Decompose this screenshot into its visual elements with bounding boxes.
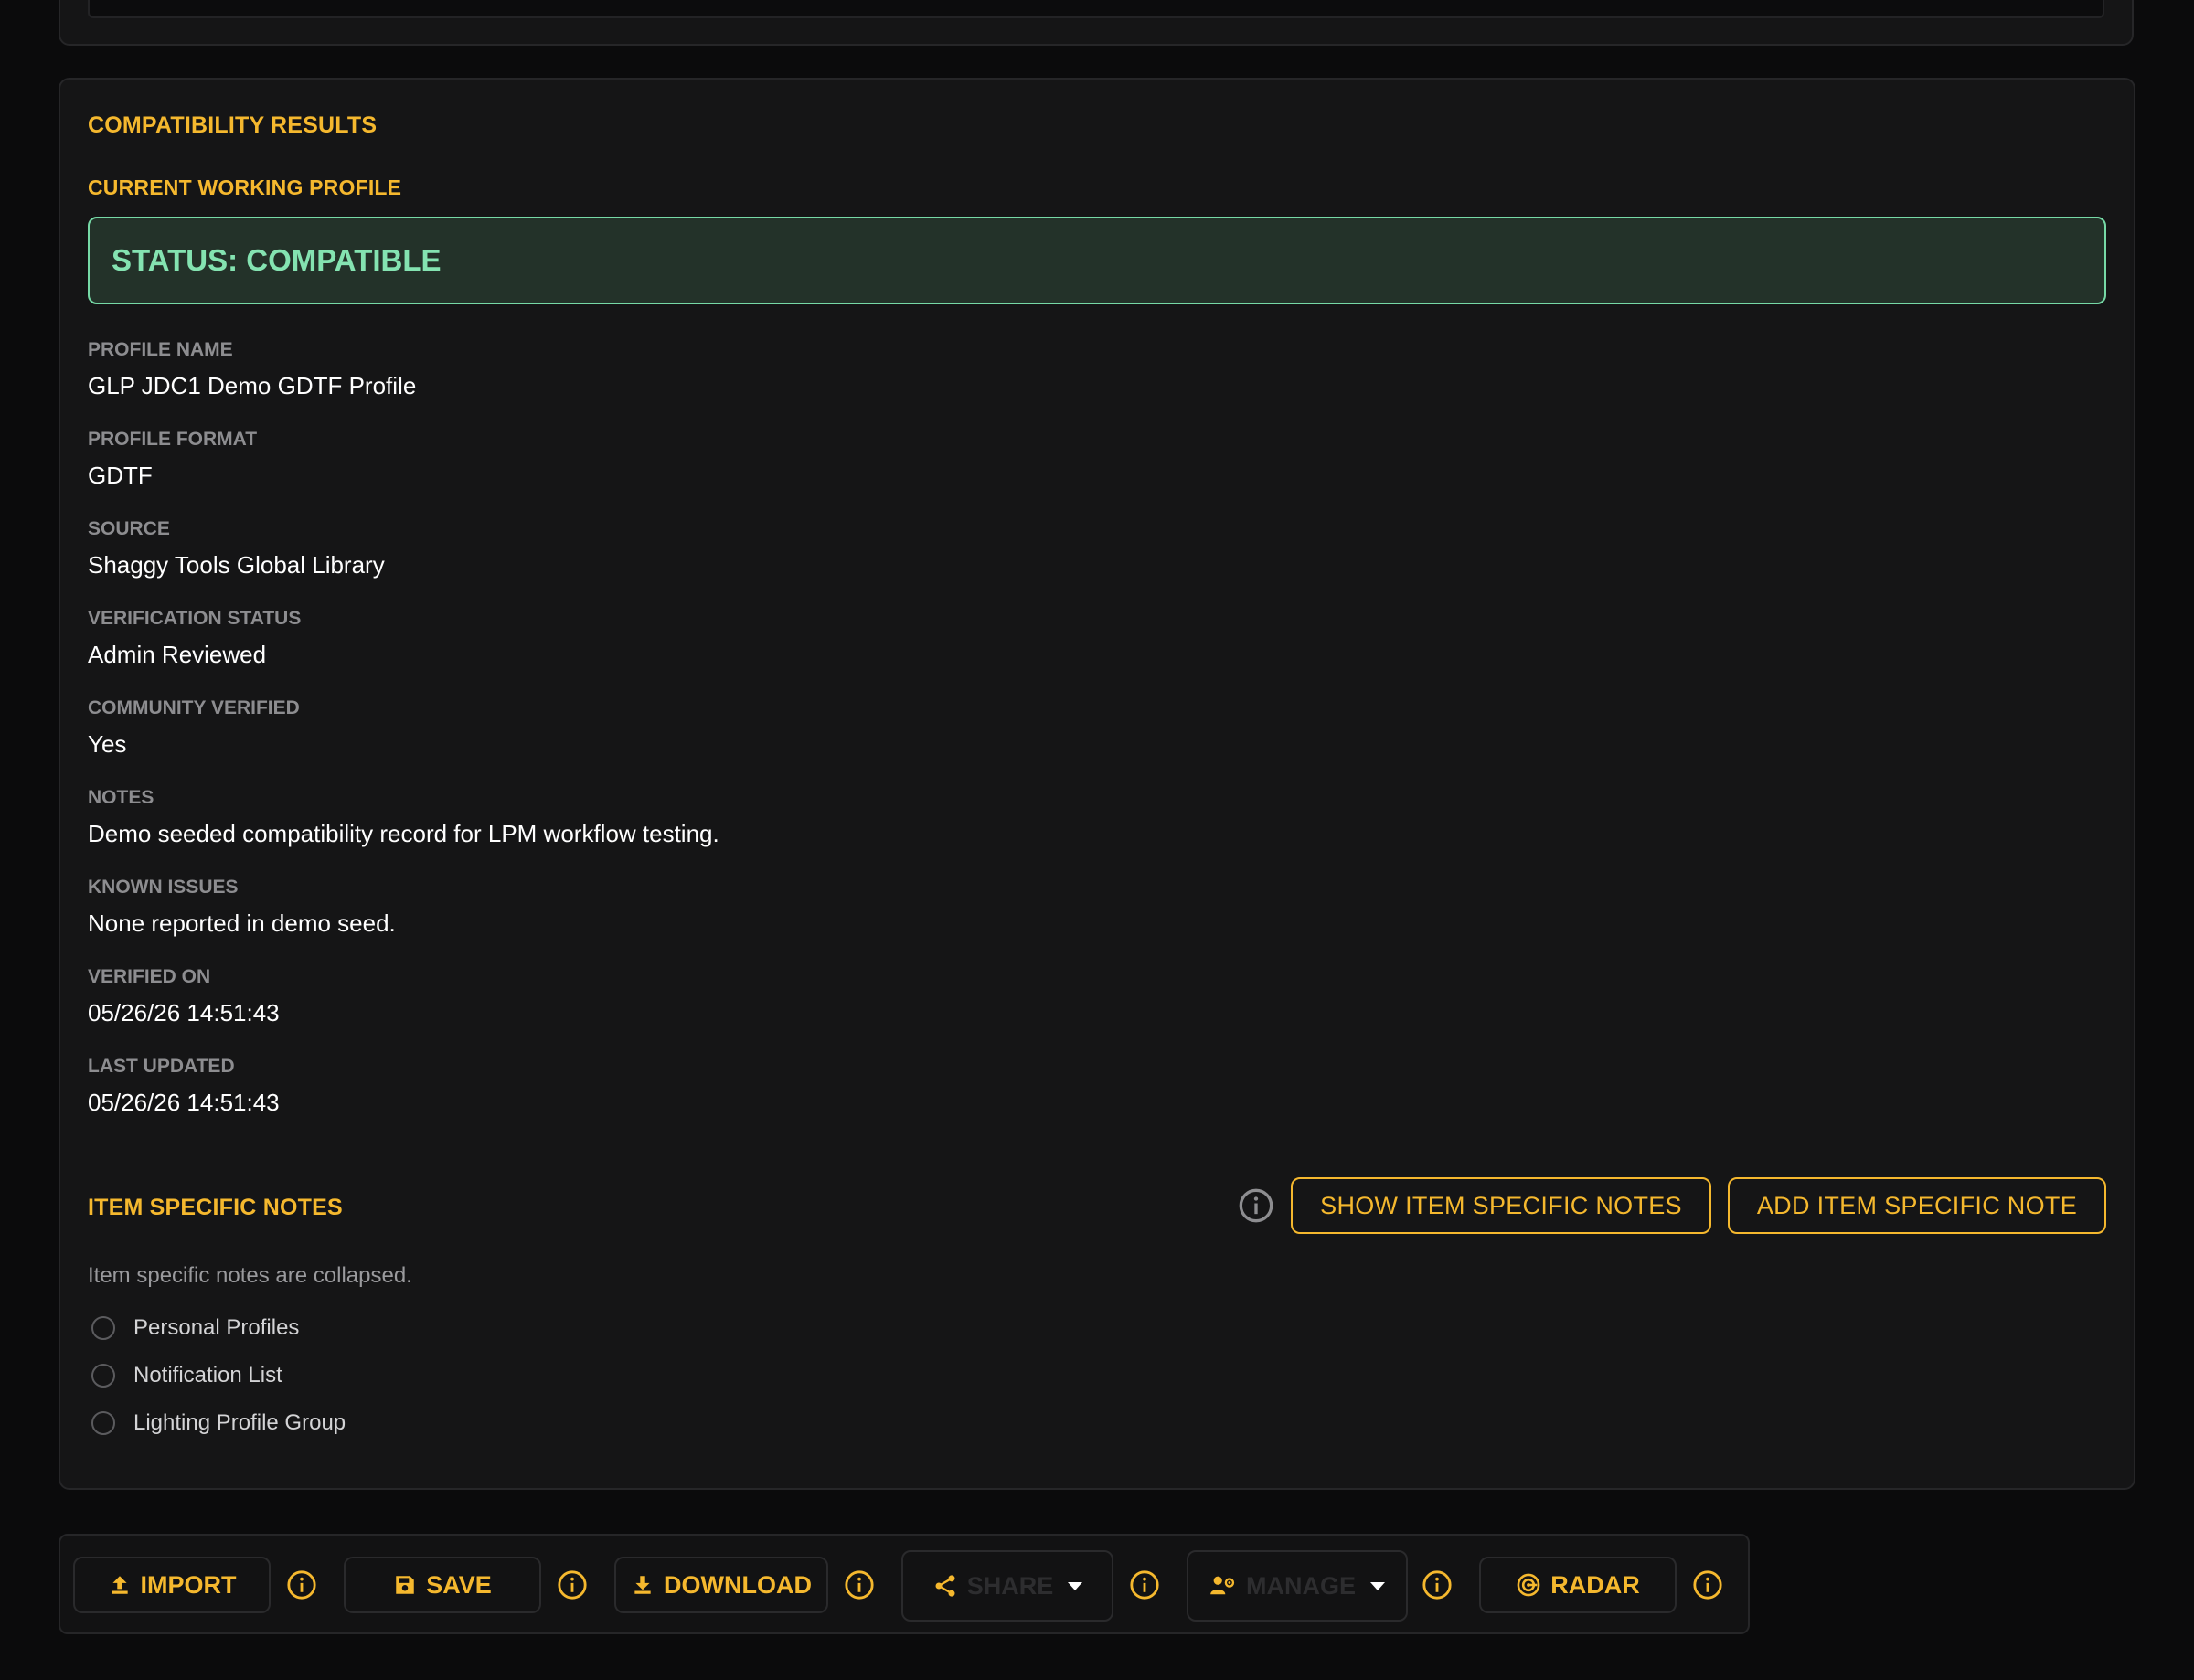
top-panel-inner [88, 0, 2104, 18]
share-label: SHARE [966, 1571, 1054, 1600]
upload-icon [111, 1576, 128, 1594]
field-label: SOURCE [88, 518, 170, 539]
radar-label: RADAR [1550, 1570, 1640, 1599]
save-label: SAVE [426, 1570, 492, 1599]
item-specific-notes-title: ITEM SPECIFIC NOTES [88, 1195, 343, 1220]
add-item-specific-note-button[interactable]: ADD ITEM SPECIFIC NOTE [1727, 1177, 2106, 1234]
info-icon[interactable] [283, 1567, 320, 1603]
field-value: Yes [88, 730, 127, 758]
import-button[interactable]: IMPORT [73, 1557, 271, 1613]
field-known-issues: KNOWN ISSUES None reported in demo seed. [88, 877, 396, 937]
field-profile-format: PROFILE FORMAT GDTF [88, 429, 257, 489]
field-last-updated: LAST UPDATED 05/26/26 14:51:43 [88, 1056, 280, 1116]
field-notes: NOTES Demo seeded compatibility record f… [88, 787, 719, 847]
chevron-down-icon [1370, 1581, 1385, 1590]
field-label: COMMUNITY VERIFIED [88, 697, 300, 718]
info-icon[interactable] [1689, 1567, 1726, 1603]
option-personal-profiles[interactable]: Personal Profiles [91, 1315, 299, 1341]
field-label: PROFILE FORMAT [88, 429, 258, 450]
field-label: PROFILE NAME [88, 339, 233, 360]
chevron-down-icon [1068, 1581, 1083, 1590]
field-source: SOURCE Shaggy Tools Global Library [88, 518, 385, 579]
field-label: VERIFIED ON [88, 966, 211, 987]
field-profile-name: PROFILE NAME GLP JDC1 Demo GDTF Profile [88, 339, 416, 399]
manage-users-icon [1210, 1576, 1235, 1595]
download-icon [634, 1576, 651, 1594]
field-verification-status: VERIFICATION STATUS Admin Reviewed [88, 608, 301, 668]
field-value: 05/26/26 14:51:43 [88, 999, 280, 1026]
field-label: LAST UPDATED [88, 1056, 235, 1077]
download-button[interactable]: DOWNLOAD [614, 1557, 828, 1613]
item-notes-header: ITEM SPECIFIC NOTES SHOW ITEM SPECIFIC N… [88, 1176, 2106, 1235]
field-value: Demo seeded compatibility record for LPM… [88, 820, 719, 847]
field-label: NOTES [88, 787, 154, 808]
radar-button[interactable]: RADAR [1479, 1557, 1677, 1613]
radar-icon [1517, 1573, 1540, 1597]
radio-button[interactable] [91, 1364, 115, 1388]
field-value: None reported in demo seed. [88, 909, 396, 937]
current-working-profile-title: CURRENT WORKING PROFILE [88, 175, 402, 199]
info-icon[interactable] [1126, 1567, 1163, 1603]
bottom-toolbar: IMPORT SAVE DOWNLOAD SHARE MANAGE RADAR [59, 1534, 1750, 1634]
option-label: Personal Profiles [133, 1315, 300, 1340]
compatibility-results-card: COMPATIBILITY RESULTS CURRENT WORKING PR… [59, 78, 2135, 1490]
info-icon[interactable] [1419, 1567, 1455, 1603]
info-icon[interactable] [841, 1567, 878, 1603]
notes-collapsed-message: Item specific notes are collapsed. [88, 1263, 412, 1288]
top-panel [59, 0, 2134, 46]
download-label: DOWNLOAD [664, 1570, 812, 1599]
share-button[interactable]: SHARE [901, 1550, 1113, 1622]
field-value: Shaggy Tools Global Library [88, 551, 385, 579]
status-text: STATUS: COMPATIBLE [112, 243, 442, 277]
field-verified-on: VERIFIED ON 05/26/26 14:51:43 [88, 966, 280, 1026]
option-lighting-profile-group[interactable]: Lighting Profile Group [91, 1410, 346, 1436]
field-value: GDTF [88, 462, 153, 489]
status-banner: STATUS: COMPATIBLE [88, 217, 2106, 304]
info-icon[interactable] [1238, 1187, 1274, 1224]
field-value: GLP JDC1 Demo GDTF Profile [88, 372, 417, 399]
save-icon [396, 1576, 414, 1594]
info-icon[interactable] [554, 1567, 591, 1603]
field-value: Admin Reviewed [88, 641, 267, 668]
share-icon [935, 1575, 955, 1597]
import-label: IMPORT [140, 1570, 237, 1599]
save-button[interactable]: SAVE [344, 1557, 541, 1613]
option-label: Lighting Profile Group [133, 1410, 346, 1435]
show-item-specific-notes-button[interactable]: SHOW ITEM SPECIFIC NOTES [1291, 1177, 1711, 1234]
manage-label: MANAGE [1246, 1571, 1356, 1600]
option-notification-list[interactable]: Notification List [91, 1363, 282, 1388]
field-community-verified: COMMUNITY VERIFIED Yes [88, 697, 300, 758]
compatibility-results-title: COMPATIBILITY RESULTS [88, 112, 378, 138]
field-label: KNOWN ISSUES [88, 877, 239, 898]
manage-button[interactable]: MANAGE [1187, 1550, 1408, 1622]
item-notes-actions: SHOW ITEM SPECIFIC NOTES ADD ITEM SPECIF… [1238, 1176, 2106, 1235]
field-value: 05/26/26 14:51:43 [88, 1089, 280, 1116]
option-label: Notification List [133, 1363, 282, 1388]
radio-button[interactable] [91, 1411, 115, 1435]
field-label: VERIFICATION STATUS [88, 608, 302, 629]
radio-button[interactable] [91, 1316, 115, 1340]
